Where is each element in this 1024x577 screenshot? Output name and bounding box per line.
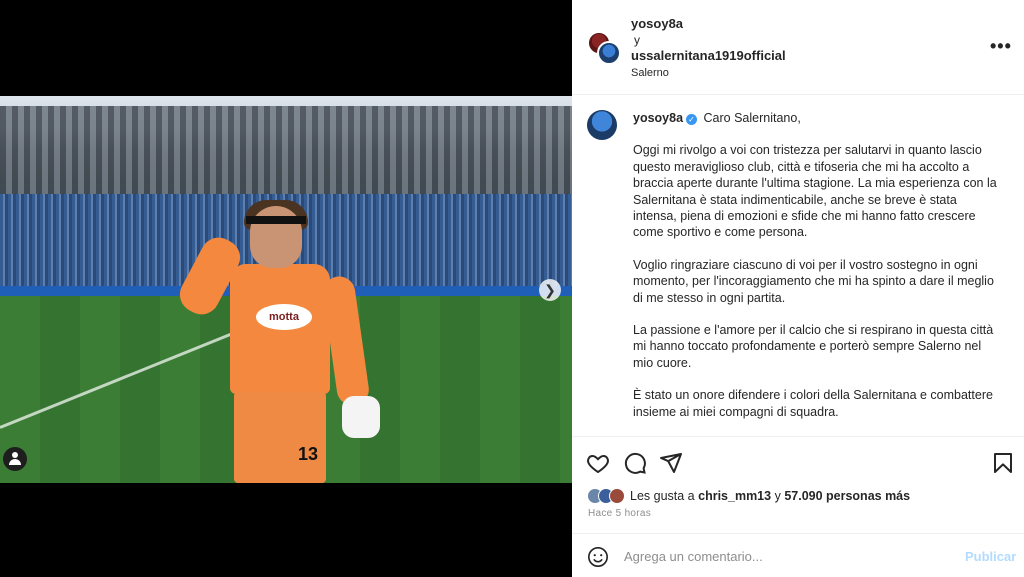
publish-button[interactable]: Publicar: [965, 549, 1016, 564]
collab-avatars[interactable]: [587, 31, 621, 65]
likes-user[interactable]: chris_mm13: [698, 489, 771, 503]
heart-icon[interactable]: [586, 451, 610, 475]
caption-paragraph: La passione e l'amore per il calcio che …: [633, 323, 994, 370]
avatar: [609, 488, 625, 504]
caption-username[interactable]: yosoy8a: [633, 111, 683, 125]
goalkeeper-figure: motta 13: [173, 200, 380, 483]
caption-text: yosoy8a ✓ Caro Salernitano, Oggi mi rivol…: [633, 110, 1003, 420]
likes-text[interactable]: Les gusta a chris_mm13 y 57.090 personas…: [630, 489, 910, 503]
post-media: motta 13 ❯: [0, 0, 572, 577]
send-icon[interactable]: [659, 451, 683, 475]
jersey-number: 13: [298, 444, 319, 464]
player-headband: [246, 216, 306, 224]
avatar[interactable]: [587, 110, 617, 140]
chevron-right-icon[interactable]: ❯: [539, 279, 561, 301]
post-header: yosoy8a y ussalernitana1919official Sale…: [572, 0, 1024, 95]
post-caption: yosoy8a ✓ Caro Salernitano, Oggi mi rivol…: [572, 96, 1024, 436]
comment-input[interactable]: [624, 542, 954, 570]
caption-paragraph: Voglio ringraziare ciascuno di voi per i…: [633, 257, 994, 305]
user-tag-icon[interactable]: [3, 447, 27, 471]
caption-paragraph: È stato un onore difendere i colori dell…: [633, 388, 993, 419]
likes-joiner: y: [774, 489, 781, 503]
comment-icon[interactable]: [623, 451, 647, 475]
player-shorts: [234, 392, 326, 483]
author-username[interactable]: yosoy8a: [631, 16, 683, 31]
collab-connector: y: [634, 33, 640, 47]
caption-paragraph: Oggi mi rivolgo a voi con tristezza per …: [633, 143, 997, 240]
bookmark-icon[interactable]: [991, 451, 1015, 475]
post-panel: yosoy8a y ussalernitana1919official Sale…: [572, 0, 1024, 577]
player-glove: [342, 396, 380, 438]
more-horizontal-icon[interactable]: •••: [990, 36, 1012, 57]
likes-prefix: Les gusta a: [630, 489, 695, 503]
emoji-icon[interactable]: [587, 546, 609, 568]
caption-greeting: Caro Salernitano,: [703, 111, 801, 125]
post-photo[interactable]: motta 13: [0, 96, 572, 483]
collab-username[interactable]: ussalernitana1919official: [631, 48, 786, 63]
verified-badge-icon: ✓: [686, 114, 698, 125]
likes-summary[interactable]: Les gusta a chris_mm13 y 57.090 personas…: [587, 486, 910, 506]
stadium-roof: [0, 106, 572, 196]
avatar[interactable]: [597, 41, 621, 65]
jersey-sponsor: motta: [256, 304, 312, 330]
likes-others[interactable]: 57.090 personas más: [784, 489, 910, 503]
post-location[interactable]: Salerno: [631, 67, 669, 79]
action-bar: [572, 436, 1024, 486]
post-timestamp[interactable]: Hace 5 horas: [588, 508, 651, 519]
comment-bar: Publicar: [572, 533, 1024, 577]
